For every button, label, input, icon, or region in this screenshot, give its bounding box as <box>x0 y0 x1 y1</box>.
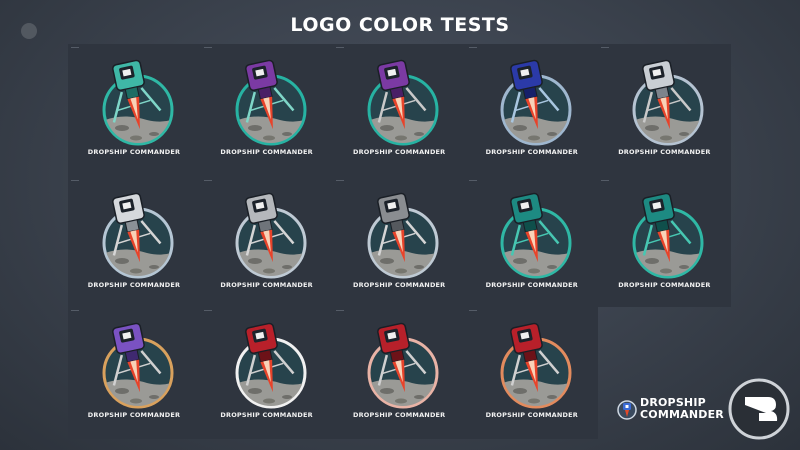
brand-line-2: COMMANDER <box>640 408 724 421</box>
tile-corner-mark <box>336 180 345 181</box>
dropship-lander-emblem-icon <box>367 322 439 409</box>
dropship-lander-emblem-icon <box>102 322 174 409</box>
dropship-lander-emblem-icon <box>102 59 174 146</box>
tile-label: DROPSHIP COMMANDER <box>87 281 181 289</box>
dropship-lander-emblem-icon <box>235 192 307 279</box>
logo-variant-tile: DROPSHIP COMMANDER <box>466 177 598 307</box>
tile-label: DROPSHIP COMMANDER <box>618 281 711 289</box>
tile-corner-mark <box>203 310 212 311</box>
tile-label: DROPSHIP COMMANDER <box>352 281 446 289</box>
tile-corner-mark <box>203 47 212 48</box>
tile-label: DROPSHIP COMMANDER <box>485 281 578 289</box>
tile-label: DROPSHIP COMMANDER <box>87 411 181 419</box>
logo-variant-tile: DROPSHIP COMMANDER <box>201 177 333 307</box>
dropship-lander-emblem-icon <box>102 192 174 279</box>
logo-variant-tile: DROPSHIP COMMANDER <box>68 177 200 307</box>
logo-variant-tile: DROPSHIP COMMANDER <box>466 307 598 437</box>
dropship-lander-emblem-icon <box>367 59 439 146</box>
tile-label: DROPSHIP COMMANDER <box>618 148 711 156</box>
dropship-lander-emblem-icon <box>235 322 307 409</box>
dropship-lander-emblem-icon <box>500 322 572 409</box>
dropship-lander-emblem-icon <box>500 192 572 279</box>
tile-corner-mark <box>203 180 212 181</box>
dropship-lander-emblem-icon <box>632 59 704 146</box>
studio-b-logo-icon <box>728 378 790 440</box>
brand-ship-icon <box>617 400 637 420</box>
tile-corner-mark <box>336 47 345 48</box>
logo-variant-tile: DROPSHIP COMMANDER <box>333 307 465 437</box>
tile-label: DROPSHIP COMMANDER <box>352 411 446 419</box>
dropship-lander-emblem-icon <box>367 192 439 279</box>
logo-variant-tile: DROPSHIP COMMANDER <box>333 177 465 307</box>
logo-variant-tile: DROPSHIP COMMANDER <box>333 44 465 174</box>
tile-label: DROPSHIP COMMANDER <box>87 148 181 156</box>
dropship-lander-emblem-icon <box>632 192 704 279</box>
tile-corner-mark <box>601 47 610 48</box>
tile-corner-mark <box>71 310 79 311</box>
tile-label: DROPSHIP COMMANDER <box>220 148 313 156</box>
logo-grid-row-2: DROPSHIP COMMANDER DROPSHIP COMMANDER DR… <box>68 177 731 307</box>
logo-grid-row-3: DROPSHIP COMMANDER DROPSHIP COMMANDER DR… <box>68 307 598 439</box>
tile-label: DROPSHIP COMMANDER <box>220 281 313 289</box>
page-title: LOGO COLOR TESTS <box>290 14 510 36</box>
tile-label: DROPSHIP COMMANDER <box>220 411 313 419</box>
tile-corner-mark <box>71 47 79 48</box>
logo-variant-tile: DROPSHIP COMMANDER <box>68 44 200 174</box>
dropship-lander-emblem-icon <box>235 59 307 146</box>
tile-corner-mark <box>468 310 477 311</box>
tile-label: DROPSHIP COMMANDER <box>352 148 446 156</box>
tile-corner-mark <box>71 180 79 181</box>
dropship-lander-emblem-icon <box>500 59 572 146</box>
logo-variant-tile: DROPSHIP COMMANDER <box>68 307 200 437</box>
logo-variant-tile: DROPSHIP COMMANDER <box>598 177 730 307</box>
logo-variant-tile: DROPSHIP COMMANDER <box>466 44 598 174</box>
logo-grid-row-1: DROPSHIP COMMANDER DROPSHIP COMMANDER DR… <box>68 44 731 177</box>
dropship-commander-wordmark: DROPSHIP COMMANDER <box>616 394 726 426</box>
tile-corner-mark <box>601 180 610 181</box>
tile-label: DROPSHIP COMMANDER <box>485 148 578 156</box>
corner-watermark-icon <box>21 23 37 39</box>
logo-variant-tile: DROPSHIP COMMANDER <box>201 44 333 174</box>
brand-line-1: DROPSHIP <box>640 396 706 409</box>
logo-variant-tile: DROPSHIP COMMANDER <box>598 44 730 174</box>
logo-variant-tile: DROPSHIP COMMANDER <box>201 307 333 437</box>
tile-corner-mark <box>468 180 477 181</box>
tile-label: DROPSHIP COMMANDER <box>485 411 578 419</box>
tile-corner-mark <box>336 310 345 311</box>
tile-corner-mark <box>468 47 477 48</box>
